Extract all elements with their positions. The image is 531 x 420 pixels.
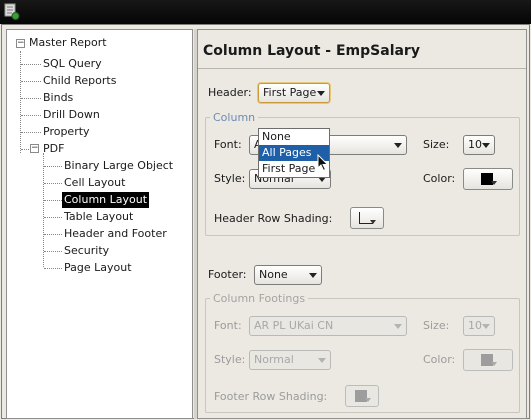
chevron-down-icon (491, 181, 497, 185)
footer-label: Footer: (208, 268, 247, 281)
collapse-icon[interactable]: − (16, 39, 25, 48)
chevron-down-icon (394, 324, 402, 329)
size-select[interactable]: 10 (463, 135, 495, 155)
tree-item-security[interactable]: Security (64, 243, 109, 259)
dialog-frame: − Master Report SQL Query Child Reports … (1, 24, 530, 419)
size-select-value: 10 (468, 138, 482, 151)
header-option-none[interactable]: None (259, 129, 329, 145)
footer-row-shading-label: Footer Row Shading: (214, 390, 328, 403)
style-label: Style: (214, 172, 246, 185)
chevron-down-icon (394, 143, 402, 148)
header-row-shading-label: Header Row Shading: (214, 212, 333, 225)
tree-line (21, 64, 41, 65)
tree-line (21, 115, 41, 116)
tree-item-column-layout[interactable]: Column Layout (62, 192, 150, 208)
chevron-down-icon (309, 273, 317, 278)
collapse-icon[interactable]: − (30, 144, 39, 153)
column-footings-title: Column Footings (210, 293, 309, 305)
app-icon (4, 3, 20, 20)
tree-item-header-and-footer[interactable]: Header and Footer (64, 226, 167, 242)
tree-line (21, 132, 41, 133)
tree-line (44, 251, 62, 252)
tree-line (44, 166, 62, 167)
header-label: Header: (208, 86, 252, 99)
footing-style-select[interactable]: Normal (249, 350, 331, 370)
size-label: Size: (423, 138, 450, 151)
chevron-down-icon (318, 358, 326, 363)
tree-line (43, 153, 44, 267)
tree-root-master-report[interactable]: Master Report (29, 35, 107, 51)
footing-font-label: Font: (214, 319, 242, 332)
color-picker-button[interactable] (463, 168, 513, 190)
footing-size-label: Size: (423, 319, 450, 332)
tree-item-pdf[interactable]: PDF (43, 141, 64, 157)
footing-size-value: 10 (468, 319, 482, 332)
chevron-down-icon (370, 220, 376, 224)
footing-font-select[interactable]: AR PL UKai CN (249, 316, 407, 336)
header-select[interactable]: First Page (258, 83, 330, 103)
font-label: Font: (214, 138, 242, 151)
tree-line (44, 234, 62, 235)
tree-line (44, 217, 62, 218)
footer-row-shading-button[interactable] (345, 385, 379, 407)
color-label: Color: (423, 172, 456, 185)
tree-line (44, 200, 62, 201)
column-group-title: Column (210, 112, 259, 124)
footer-select[interactable]: None (254, 265, 322, 285)
tree-item-page-layout[interactable]: Page Layout (64, 260, 132, 276)
footing-color-label: Color: (423, 353, 456, 366)
tree-item-binds[interactable]: Binds (43, 90, 73, 106)
page-title: Column Layout - EmpSalary (203, 43, 420, 59)
footer-select-value: None (259, 268, 288, 281)
footing-size-select[interactable]: 10 (463, 316, 495, 336)
header-select-value: First Page (263, 86, 317, 99)
tree-item-cell-layout[interactable]: Cell Layout (64, 175, 125, 191)
title-divider (198, 68, 526, 69)
mouse-cursor-icon (317, 154, 329, 172)
tree-item-property[interactable]: Property (43, 124, 90, 140)
report-tree: − Master Report SQL Query Child Reports … (6, 29, 193, 419)
tree-item-sql-query[interactable]: SQL Query (43, 56, 102, 72)
chevron-down-icon (317, 91, 325, 96)
tree-item-drill-down[interactable]: Drill Down (43, 107, 100, 123)
header-row-shading-button[interactable] (350, 207, 384, 229)
chevron-down-icon (482, 324, 490, 329)
tree-item-binary-large-object[interactable]: Binary Large Object (64, 158, 173, 174)
tree-line (44, 183, 62, 184)
tree-line (21, 81, 41, 82)
column-layout-panel: Column Layout - EmpSalary Header: First … (197, 29, 527, 419)
chevron-down-icon (491, 362, 497, 366)
chevron-down-icon (365, 398, 371, 402)
tree-item-table-layout[interactable]: Table Layout (64, 209, 133, 225)
footing-style-label: Style: (214, 353, 246, 366)
window-titlebar (0, 0, 531, 24)
tree-line (20, 51, 21, 153)
tree-line (44, 268, 62, 269)
footing-style-value: Normal (254, 353, 294, 366)
chevron-down-icon (482, 143, 490, 148)
footing-font-value: AR PL UKai CN (254, 319, 334, 332)
tree-line (21, 98, 41, 99)
footing-color-button[interactable] (463, 349, 513, 371)
tree-item-child-reports[interactable]: Child Reports (43, 73, 116, 89)
